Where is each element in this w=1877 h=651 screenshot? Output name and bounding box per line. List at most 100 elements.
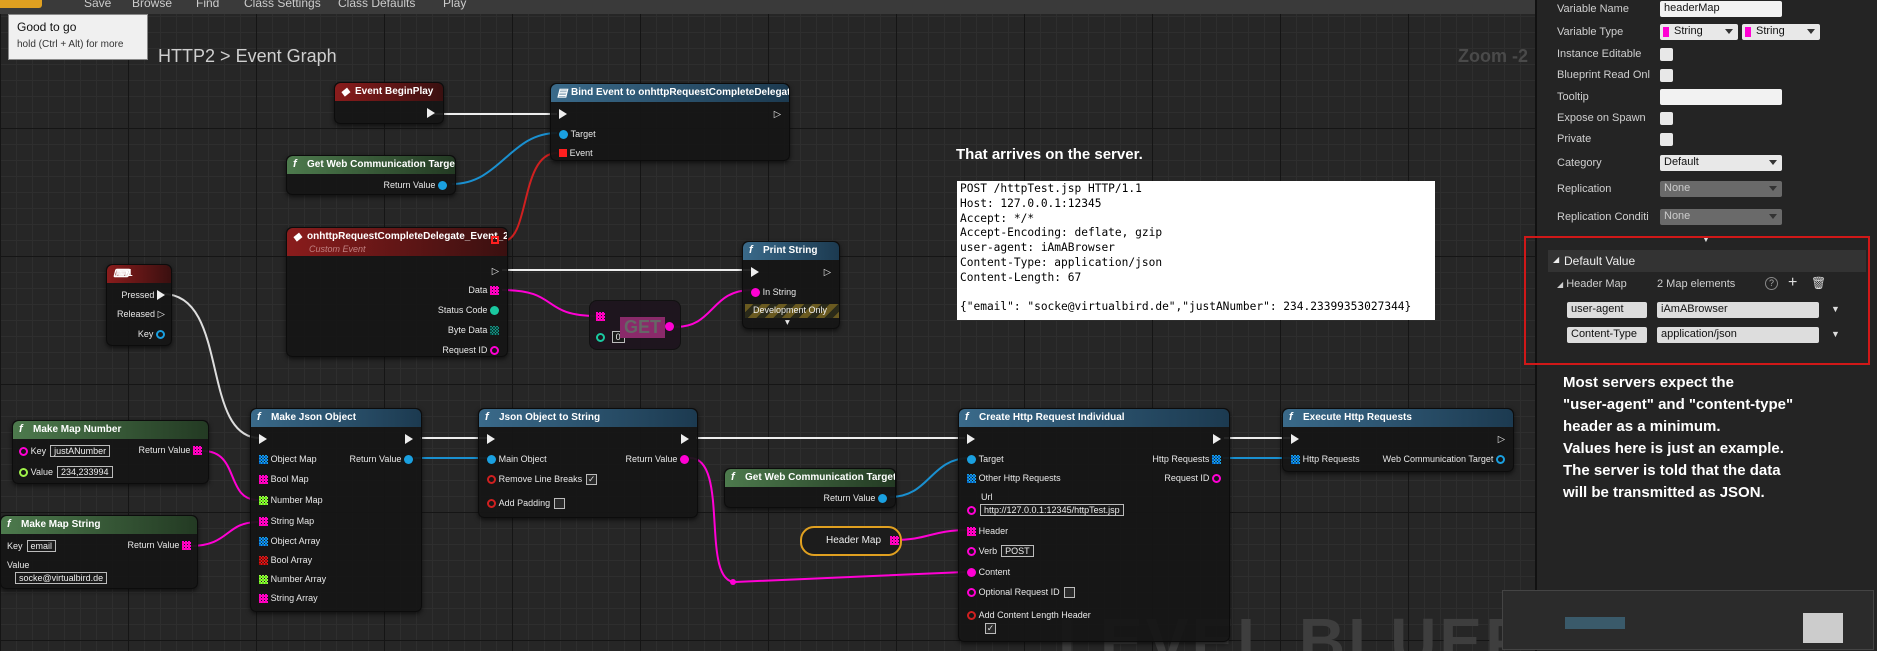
replication-condition-dropdown[interactable]: None <box>1660 209 1782 225</box>
exec-out-pin[interactable] <box>427 108 435 119</box>
exec-in-pin[interactable] <box>967 434 975 445</box>
toolbar-class-defaults[interactable]: Class Defaults <box>338 0 415 10</box>
delegate-pin[interactable] <box>491 235 499 246</box>
event-pin[interactable]: Event <box>559 148 593 159</box>
array-in-pin[interactable] <box>596 311 605 322</box>
node-json-object-to-string[interactable]: f Json Object to String Main Object Remov… <box>478 408 698 518</box>
node-event-begin-play[interactable]: ◆ Event BeginPlay <box>334 82 444 124</box>
private-checkbox[interactable] <box>1660 133 1673 146</box>
exec-in-pin[interactable] <box>559 109 567 120</box>
blueprint-read-only-checkbox[interactable] <box>1660 69 1673 82</box>
replication-dropdown[interactable]: None <box>1660 181 1782 197</box>
request-id-pin[interactable]: Request ID <box>442 345 499 356</box>
return-value-pin[interactable]: Return Value <box>383 180 447 191</box>
key-pin[interactable]: Key justANumber <box>19 445 111 457</box>
add-content-length-pin[interactable]: Add Content Length Header <box>967 610 1091 621</box>
data-pin[interactable]: Data <box>468 285 499 296</box>
in-string-pin[interactable]: In String <box>751 287 796 298</box>
expand-arrow-icon[interactable]: ▾ <box>785 317 790 328</box>
url-field[interactable]: http://127.0.0.1:12345/httpTest.jsp <box>967 504 1124 516</box>
value-field[interactable]: socke@virtualbird.de <box>11 572 108 584</box>
category-dropdown[interactable]: Default <box>1660 155 1782 171</box>
bool-array-pin[interactable]: Bool Array <box>259 555 312 566</box>
tooltip-field[interactable] <box>1660 89 1782 105</box>
pressed-pin[interactable]: Pressed <box>121 290 165 301</box>
other-requests-pin[interactable]: Other Http Requests <box>967 473 1061 484</box>
http-requests-pin[interactable]: Http Requests <box>1152 454 1221 465</box>
instance-editable-checkbox[interactable] <box>1660 48 1673 61</box>
verb-pin[interactable]: Verb POST <box>967 545 1034 557</box>
minimap[interactable] <box>1502 590 1874 650</box>
remove-line-breaks-pin[interactable]: Remove Line Breaks ✓ <box>487 474 598 485</box>
variable-type-value-dropdown[interactable]: String <box>1742 24 1820 40</box>
url-pin[interactable]: Url <box>967 492 993 503</box>
key-pin[interactable]: Key <box>138 329 165 340</box>
toolbar-save[interactable]: Save <box>84 0 111 10</box>
node-make-map-string[interactable]: f Make Map String Key email Value socke@vi… <box>0 515 198 589</box>
header-pin[interactable]: Header <box>967 526 1008 537</box>
variable-type-key-dropdown[interactable]: String <box>1660 24 1738 40</box>
node-create-http-request-individual[interactable]: f Create Http Request Individual Target O… <box>958 408 1230 642</box>
byte-data-pin[interactable]: Byte Data <box>448 325 499 336</box>
exec-out-pin[interactable] <box>1213 434 1221 445</box>
node-get-web-communication-target[interactable]: f Get Web Communication Target Return Val… <box>286 155 456 195</box>
toolbar-browse[interactable]: Browse <box>132 0 172 10</box>
exec-out-pin[interactable]: ▷ <box>824 267 831 278</box>
node-custom-event[interactable]: ◆ onhttpRequestCompleteDelegate_Event_2 C… <box>286 227 508 357</box>
content-pin[interactable]: Content <box>967 567 1010 578</box>
return-value-pin[interactable]: Return Value <box>823 493 887 504</box>
value-pin[interactable]: Value 234,233994 <box>19 466 113 478</box>
exec-out-pin[interactable]: ▷ <box>1498 434 1505 445</box>
return-value-pin[interactable]: Return Value <box>127 540 191 551</box>
string-array-pin[interactable]: String Array <box>259 593 318 604</box>
return-value-pin[interactable]: Return Value <box>138 445 202 456</box>
toolbar-find[interactable]: Find <box>196 0 219 10</box>
request-id-pin[interactable]: Request ID <box>1164 473 1221 484</box>
target-pin[interactable]: Target <box>559 129 596 140</box>
compile-button[interactable] <box>0 0 42 8</box>
node-print-string[interactable]: f Print String ▷ In String Development On… <box>742 241 840 329</box>
map-pin[interactable] <box>889 535 899 545</box>
add-padding-pin[interactable]: Add Padding <box>487 498 566 509</box>
optional-request-id-pin[interactable]: Optional Request ID <box>967 587 1075 598</box>
breadcrumb-root[interactable]: HTTP2 <box>158 46 215 66</box>
exec-out-pin[interactable] <box>681 434 689 445</box>
bool-map-pin[interactable]: Bool Map <box>259 474 309 485</box>
object-map-pin[interactable]: Object Map <box>259 454 317 465</box>
target-pin[interactable]: Target <box>967 454 1004 465</box>
node-make-json-object[interactable]: f Make Json Object Object Map Bool Map Nu… <box>250 408 422 612</box>
return-value-pin[interactable]: Return Value <box>349 454 413 465</box>
status-code-pin[interactable]: Status Code <box>438 305 499 316</box>
node-get-web-communication-target-2[interactable]: f Get Web Communication Target Return Val… <box>724 468 896 508</box>
breadcrumb-current[interactable]: Event Graph <box>236 46 337 66</box>
node-make-map-number[interactable]: f Make Map Number Key justANumber Value 234… <box>12 420 209 484</box>
node-header-map-variable[interactable]: Header Map <box>800 526 902 556</box>
exec-out-pin[interactable] <box>405 434 413 445</box>
exec-in-pin[interactable] <box>1291 434 1299 445</box>
node-bind-event[interactable]: ▤ Bind Event to onhttpRequestCompleteDele… <box>550 83 790 161</box>
value-pin[interactable]: Value <box>7 560 29 571</box>
exec-out-pin[interactable]: ▷ <box>774 109 781 120</box>
key-pin[interactable]: Key email <box>7 540 57 552</box>
main-object-pin[interactable]: Main Object <box>487 454 547 465</box>
object-array-pin[interactable]: Object Array <box>259 536 320 547</box>
node-execute-http-requests[interactable]: f Execute Http Requests ▷ Http Requests W… <box>1282 408 1514 472</box>
number-array-pin[interactable]: Number Array <box>259 574 326 585</box>
http-requests-pin[interactable]: Http Requests <box>1291 454 1360 465</box>
number-map-pin[interactable]: Number Map <box>259 495 323 506</box>
exec-out-pin[interactable]: ▷ <box>492 266 499 277</box>
toolbar-class-settings[interactable]: Class Settings <box>244 0 321 10</box>
toolbar-play[interactable]: Play <box>443 0 466 10</box>
released-pin[interactable]: Released ▷ <box>117 309 165 320</box>
node-key-one[interactable]: ⌨ 1 Pressed Released ▷ Key <box>106 264 172 346</box>
node-get-array-item[interactable]: 0 GET <box>589 300 681 350</box>
exec-in-pin[interactable] <box>259 434 267 445</box>
return-value-pin[interactable]: Return Value <box>625 454 689 465</box>
output-pin[interactable] <box>665 321 674 332</box>
exec-in-pin[interactable] <box>751 267 759 278</box>
exec-in-pin[interactable] <box>487 434 495 445</box>
web-communication-target-pin[interactable]: Web Communication Target <box>1383 454 1505 465</box>
expose-on-spawn-checkbox[interactable] <box>1660 112 1673 125</box>
variable-name-field[interactable]: headerMap <box>1660 1 1782 17</box>
string-map-pin[interactable]: String Map <box>259 516 314 527</box>
